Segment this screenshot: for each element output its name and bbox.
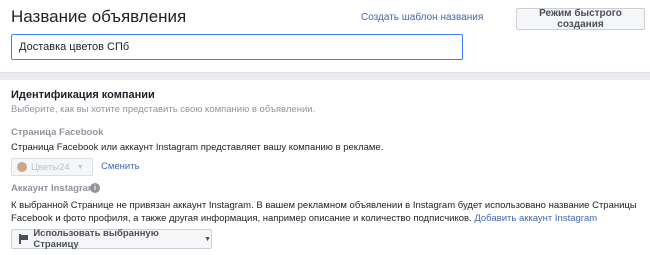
section-divider: [0, 72, 650, 80]
use-selected-page-label: Использовать выбранную Страницу: [33, 228, 159, 250]
ad-name-input[interactable]: [11, 34, 463, 60]
info-icon[interactable]: i: [90, 183, 100, 193]
add-instagram-account-link[interactable]: Добавить аккаунт Instagram: [474, 213, 597, 224]
chevron-down-icon: ▼: [76, 163, 84, 171]
chevron-down-icon: ▼: [204, 235, 211, 243]
identity-section-description: Выберите, как вы хотите представить свою…: [11, 104, 316, 115]
create-name-template-link[interactable]: Создать шаблон названия: [361, 12, 483, 23]
use-selected-page-dropdown[interactable]: Использовать выбранную Страницу ▼: [11, 228, 212, 250]
instagram-account-label: Аккаунт Instagram: [11, 183, 97, 194]
facebook-page-label: Страница Facebook: [11, 127, 104, 138]
identity-section-title: Идентификация компании: [11, 89, 155, 101]
change-page-link[interactable]: Сменить: [101, 161, 140, 172]
selected-page-name: Цветы24: [31, 161, 70, 173]
facebook-page-description: Страница Facebook или аккаунт Instagram …: [11, 142, 384, 153]
ad-name-section: Название объявления Создать шаблон назва…: [0, 0, 650, 72]
facebook-page-selector[interactable]: Цветы24 ▼: [11, 158, 93, 176]
quick-creation-mode-button[interactable]: Режим быстрого создания: [516, 8, 645, 30]
instagram-account-description: К выбранной Странице не привязан аккаунт…: [11, 199, 641, 225]
flag-icon: [19, 234, 28, 244]
page-avatar: [17, 162, 27, 172]
ad-name-title: Название объявления: [11, 7, 187, 26]
